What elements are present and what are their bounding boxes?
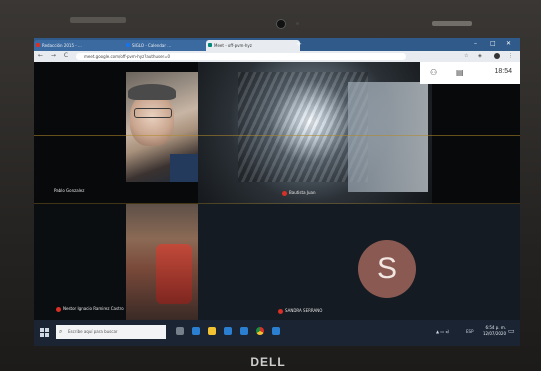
language-indicator[interactable]: ESP [466,329,473,334]
participant-tile-sandra[interactable]: S SANDRA SERRANO [198,204,520,320]
tab-calendar[interactable]: SIGLO - Calendar ... [124,40,212,51]
bezel-label [432,21,472,26]
bezel-sticker [70,17,126,23]
mic-off-icon [56,306,61,312]
participant-name: Nestor Ignacio Ramirez Castro [56,306,124,312]
webcam-light [296,22,299,25]
calendar-icon [126,43,130,47]
nav-buttons[interactable]: ← → C [38,52,71,59]
address-bar-row: ← → C meet.google.com/off-pvm-hyz?authus… [34,51,520,62]
avatar: S [358,240,416,298]
tray-icons[interactable]: ▲ ▭ ◂) [436,329,449,334]
url-input[interactable]: meet.google.com/off-pvm-hyz?authuser=0 [76,53,406,60]
window-light [348,82,428,192]
tab-meet[interactable]: Meet - off-pvm-hyz [206,40,300,51]
file-explorer-icon[interactable] [208,327,216,335]
close-button[interactable]: ✕ [506,40,511,47]
notification-icon[interactable]: ▭ [508,327,515,335]
meet-top-bar: ⚇ ▤ 18:54 [420,62,520,84]
participant-name: SANDRA SERRANO [278,308,322,314]
chat-icon[interactable]: ▤ [456,68,464,77]
taskbar-search-input[interactable]: ⌕ Escribe aquí para buscar [56,325,166,339]
gmail-icon [36,43,40,47]
windows-start-icon[interactable] [40,328,49,337]
red-object [156,244,192,304]
system-clock[interactable]: 6:54 p. m. 12/07/2020 [483,325,506,337]
laptop-frame: Redacción 2015 - ... SIGLO - Calendar ..… [0,0,541,371]
participant-tile-bautista[interactable]: Bautista Juan [198,62,432,204]
webcam [276,19,286,29]
dell-logo: DELL [250,355,286,369]
tab-label: Redacción 2015 - ... [42,43,82,48]
browser-tab-bar: Redacción 2015 - ... SIGLO - Calendar ..… [34,38,520,51]
windows-taskbar: ⌕ Escribe aquí para buscar ▲ ▭ ◂) ESP 6:… [34,320,520,346]
meet-icon [208,43,212,47]
extension-icon[interactable]: ◈ [478,53,482,59]
new-tab-button[interactable]: + [296,40,302,48]
shirt-shape [170,154,198,182]
meet-clock: 18:54 [494,68,512,75]
face-shape [130,92,174,146]
glasses-shape [134,108,172,118]
edge-icon[interactable] [192,327,200,335]
tab-label: SIGLO - Calendar ... [132,43,172,48]
people-icon[interactable]: ⚇ [430,68,437,77]
mic-off-icon [278,308,283,314]
star-icon[interactable]: ☆ [464,53,468,59]
tab-redaccion[interactable]: Redacción 2015 - ... [34,40,130,51]
profile-avatar[interactable] [494,53,500,59]
meet-grid: Pablo Gonzalez Bautista Juan ⚇ ▤ 18:54 N… [34,62,520,320]
hair-shape [128,84,176,100]
participant-name: Bautista Juan [282,190,316,196]
store-icon[interactable] [224,327,232,335]
search-icon: ⌕ [59,328,63,335]
mail-icon[interactable] [240,327,248,335]
participant-tile-pablo[interactable]: Pablo Gonzalez [34,62,198,204]
minimize-button[interactable]: – [474,40,477,47]
maximize-button[interactable]: □ [490,40,496,47]
mic-off-icon [282,190,287,196]
screen-glare-line [34,135,520,136]
chrome-icon[interactable] [256,327,264,335]
laptop-screen: Redacción 2015 - ... SIGLO - Calendar ..… [34,38,520,346]
participant-tile-nestor[interactable]: Nestor Ignacio Ramirez Castro [34,204,198,320]
participant-name: Pablo Gonzalez [54,188,85,193]
tab-label: Meet - off-pvm-hyz [214,43,252,48]
word-icon[interactable] [272,327,280,335]
menu-icon[interactable]: ⋮ [508,53,513,59]
task-view-icon[interactable] [176,327,184,335]
